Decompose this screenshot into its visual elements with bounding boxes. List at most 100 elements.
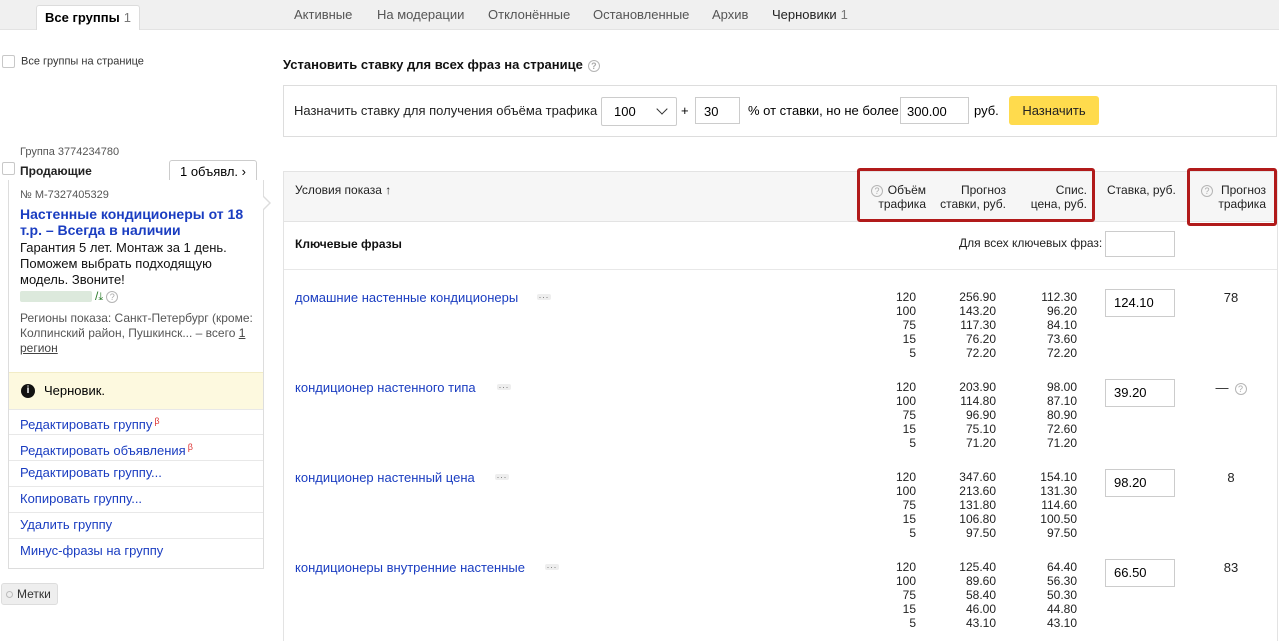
value: 75	[902, 498, 916, 512]
more-icon[interactable]: ...	[495, 471, 509, 480]
tab-rejected[interactable]: Отклонённые	[488, 7, 570, 22]
tags-button[interactable]: Метки	[1, 583, 58, 605]
select-all-groups[interactable]: Все группы на странице	[2, 55, 144, 68]
bid-input[interactable]: 66.50	[1105, 559, 1175, 587]
action-copy-group[interactable]: Копировать группу...	[9, 487, 263, 513]
group-checkbox[interactable]	[2, 162, 15, 175]
col-conditions[interactable]: Условия показа ↑	[295, 183, 391, 197]
value: 87.10	[1046, 394, 1077, 408]
traffic-forecast: 83	[1223, 560, 1239, 575]
col-bid: Ставка, руб.	[1107, 183, 1176, 197]
ad-title[interactable]: Настенные кондиционеры от 18 т.р. – Всег…	[20, 206, 252, 238]
beta-badge: β	[154, 416, 160, 426]
table-row: кондиционер настенного типа ... 120 100 75…	[284, 360, 1277, 450]
value: 89.60	[965, 574, 996, 588]
value: 213.60	[959, 484, 996, 498]
value: 5	[909, 346, 916, 360]
percent-input[interactable]: 30	[695, 97, 740, 124]
table-header: Условия показа ↑ ? Объём трафика Прогноз с…	[284, 171, 1277, 222]
bid-input[interactable]: 98.20	[1105, 469, 1175, 497]
tab-all-groups[interactable]: Все группы 1	[36, 5, 140, 30]
tab-moderation[interactable]: На модерации	[377, 7, 464, 22]
value: 100	[895, 574, 916, 588]
set-bid-title: Установить ставку для всех фраз на стран…	[283, 57, 600, 72]
keyword-link[interactable]: кондиционер настенного типа	[295, 380, 476, 395]
value: 44.80	[1046, 602, 1077, 616]
tab-drafts[interactable]: Черновики 1	[772, 7, 848, 22]
action-label: Удалить группу	[20, 517, 113, 532]
value: 15	[902, 602, 916, 616]
value: 96.20	[1046, 304, 1077, 318]
more-icon[interactable]: ...	[497, 381, 511, 390]
traffic-value: —	[1215, 380, 1229, 395]
action-edit-group-beta[interactable]: Редактировать группу β	[9, 409, 263, 435]
more-icon[interactable]: ...	[545, 561, 559, 570]
help-icon[interactable]: ?	[106, 290, 119, 303]
action-negative-keywords[interactable]: Минус-фразы на группу	[9, 539, 263, 564]
ad-id: № M-7327405329	[20, 189, 109, 201]
bid-input[interactable]: 39.20	[1105, 379, 1175, 407]
action-edit-ads-beta[interactable]: Редактировать объявления β	[9, 435, 263, 461]
max-bid-input[interactable]: 300.00	[900, 97, 969, 124]
plus-sign: +	[681, 103, 689, 118]
value: 120	[895, 380, 916, 394]
value: 5	[909, 526, 916, 540]
select-value: 100	[614, 104, 636, 119]
traffic-volume-select[interactable]: 100	[601, 97, 677, 126]
traffic-forecast: —?	[1184, 380, 1278, 395]
action-delete-group[interactable]: Удалить группу	[9, 513, 263, 539]
value: 112.30	[1041, 290, 1077, 304]
more-icon[interactable]: ...	[537, 291, 551, 300]
value: 100	[895, 484, 916, 498]
value: 98.00	[1046, 380, 1077, 394]
value: 71.20	[965, 436, 996, 450]
card-pointer-inner	[261, 195, 269, 211]
tab-stopped[interactable]: Остановленные	[593, 7, 689, 22]
for-all-keywords-label: Для всех ключевых фраз:	[959, 236, 1103, 250]
ad-regions: Регионы показа: Санкт-Петербург (кроме: …	[20, 311, 260, 356]
value: 43.10	[1046, 616, 1077, 630]
keyword-link[interactable]: кондиционеры внутренние настенные	[295, 560, 525, 575]
volume-values: 120 100 75 15 5	[876, 290, 916, 360]
highlight-frame-forecast-columns	[857, 168, 1095, 222]
table-row: домашние настенные кондиционеры ... 120 1…	[284, 270, 1277, 360]
value: 203.90	[959, 380, 996, 394]
help-icon[interactable]: ?	[1234, 382, 1247, 395]
value: 75	[902, 408, 916, 422]
status-tabs-bar: Все группы 1 Активные На модерации Отклон…	[0, 0, 1279, 30]
value: 84.10	[1046, 318, 1077, 332]
tab-archive[interactable]: Архив	[712, 7, 748, 22]
value: 96.90	[965, 408, 996, 422]
value: 15	[902, 332, 916, 346]
keyword-link[interactable]: домашние настенные кондиционеры	[295, 290, 518, 305]
charged-price-values: 154.10 131.30 114.60 100.50 97.50	[1017, 470, 1077, 540]
volume-values: 120 100 75 15 5	[876, 560, 916, 630]
action-edit-group[interactable]: Редактировать группу...	[9, 461, 263, 487]
charged-price-values: 64.40 56.30 50.30 44.80 43.10	[1017, 560, 1077, 630]
volume-values: 120 100 75 15 5	[876, 380, 916, 450]
value: 56.30	[1046, 574, 1077, 588]
checkbox[interactable]	[2, 55, 15, 68]
value: 131.80	[959, 498, 996, 512]
forecast-values: 125.40 89.60 58.40 46.00 43.10	[936, 560, 996, 630]
percent-label: % от ставки, но не более	[748, 103, 899, 118]
value: 75	[902, 318, 916, 332]
tab-count: 1	[123, 10, 131, 25]
value: 97.50	[965, 526, 996, 540]
keywords-table: Условия показа ↑ ? Объём трафика Прогноз с…	[283, 171, 1278, 641]
table-row: кондиционер настенный цена ... 120 100 75 1…	[284, 450, 1277, 540]
keyword-link[interactable]: кондиционер настенный цена	[295, 470, 475, 485]
bid-input[interactable]: 124.10	[1105, 289, 1175, 317]
set-bid-label: Назначить ставку для получения объёма тр…	[294, 103, 598, 118]
forecast-values: 256.90 143.20 117.30 76.20 72.20	[936, 290, 996, 360]
value: 100.50	[1040, 512, 1077, 526]
value: 43.10	[965, 616, 996, 630]
assign-button[interactable]: Назначить	[1009, 96, 1099, 125]
select-all-label: Все группы на странице	[21, 55, 144, 68]
group-id: Группа 3774234780	[20, 146, 120, 158]
for-all-bid-input[interactable]	[1105, 231, 1175, 257]
help-icon[interactable]: ?	[587, 59, 600, 72]
tab-active[interactable]: Активные	[294, 7, 352, 22]
value: 117.30	[960, 318, 996, 332]
volume-values: 120 100 75 15 5	[876, 470, 916, 540]
